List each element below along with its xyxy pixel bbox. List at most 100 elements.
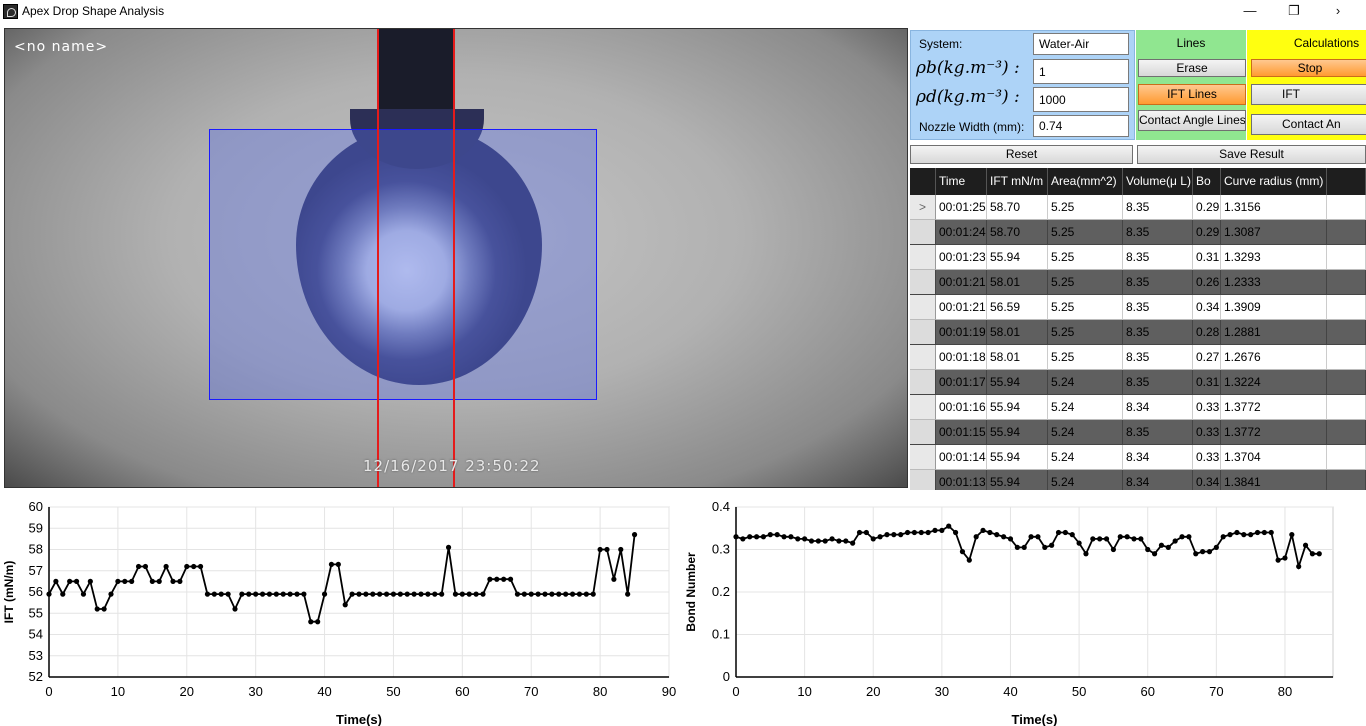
table-row[interactable]: >00:01:25 58.70 5.25 8.35 0.29 1.3156 — [910, 195, 1366, 220]
table-cell-area[interactable]: 5.25 — [1048, 295, 1123, 320]
column-header-time[interactable]: Time — [936, 168, 987, 195]
table-cell-ift[interactable]: 55.94 — [987, 470, 1048, 490]
table-cell-bo[interactable]: 0.26 — [1193, 270, 1221, 295]
table-cell-time[interactable]: 00:01:16 — [936, 395, 987, 420]
column-header-curve-radius[interactable]: Curve radius (mm) — [1221, 168, 1327, 195]
table-cell-volume[interactable]: 8.35 — [1123, 195, 1193, 220]
table-cell-bo[interactable]: 0.29 — [1193, 195, 1221, 220]
minimize-button[interactable]: — — [1240, 2, 1260, 20]
table-cell-ift[interactable]: 58.70 — [987, 220, 1048, 245]
table-cell-time[interactable]: 00:01:18 — [936, 345, 987, 370]
table-cell-time[interactable]: 00:01:17 — [936, 370, 987, 395]
table-cell-curve-radius[interactable]: 1.3704 — [1221, 445, 1327, 470]
column-header-area[interactable]: Area(mm^2) — [1048, 168, 1123, 195]
table-cell-curve-radius[interactable]: 1.3156 — [1221, 195, 1327, 220]
table-cell-ift[interactable]: 55.94 — [987, 420, 1048, 445]
table-cell-bo[interactable]: 0.33 — [1193, 420, 1221, 445]
table-cell-time[interactable]: 00:01:13 — [936, 470, 987, 490]
maximize-button[interactable]: ❐ — [1284, 2, 1304, 20]
table-cell-area[interactable]: 5.25 — [1048, 245, 1123, 270]
stop-button[interactable]: Stop — [1251, 59, 1366, 77]
table-cell-time[interactable]: 00:01:21 — [936, 270, 987, 295]
table-cell-curve-radius[interactable]: 1.2333 — [1221, 270, 1327, 295]
table-cell-bo[interactable]: 0.29 — [1193, 220, 1221, 245]
ift-lines-button[interactable]: IFT Lines — [1138, 84, 1246, 105]
row-header[interactable] — [910, 320, 936, 345]
camera-view[interactable]: <no name> 12/16/2017 23:50:22 — [4, 28, 908, 488]
ift-button[interactable]: IFT — [1251, 84, 1366, 105]
table-cell-time[interactable]: 00:01:25 — [936, 195, 987, 220]
table-cell-volume[interactable]: 8.35 — [1123, 245, 1193, 270]
table-row[interactable]: 00:01:21 58.01 5.25 8.35 0.26 1.2333 — [910, 270, 1366, 295]
table-cell-bo[interactable]: 0.28 — [1193, 320, 1221, 345]
table-cell-ift[interactable]: 55.94 — [987, 395, 1048, 420]
table-cell-area[interactable]: 5.24 — [1048, 395, 1123, 420]
row-header[interactable] — [910, 470, 936, 490]
table-cell-curve-radius[interactable]: 1.3293 — [1221, 245, 1327, 270]
table-cell-ift[interactable]: 56.59 — [987, 295, 1048, 320]
table-cell-bo[interactable]: 0.27 — [1193, 345, 1221, 370]
table-cell-curve-radius[interactable]: 1.2881 — [1221, 320, 1327, 345]
table-cell-volume[interactable]: 8.35 — [1123, 270, 1193, 295]
contact-angle-lines-button[interactable]: Contact Angle Lines — [1138, 110, 1246, 131]
table-row[interactable]: 00:01:15 55.94 5.24 8.35 0.33 1.3772 — [910, 420, 1366, 445]
table-cell-ift[interactable]: 55.94 — [987, 445, 1048, 470]
table-cell-volume[interactable]: 8.35 — [1123, 295, 1193, 320]
table-cell-curve-radius[interactable]: 1.3772 — [1221, 395, 1327, 420]
table-cell-time[interactable]: 00:01:23 — [936, 245, 987, 270]
table-row[interactable]: 00:01:16 55.94 5.24 8.34 0.33 1.3772 — [910, 395, 1366, 420]
rho-b-input[interactable] — [1033, 59, 1129, 84]
save-result-button[interactable]: Save Result — [1137, 145, 1366, 164]
ift-line-right[interactable] — [453, 29, 455, 487]
reset-button[interactable]: Reset — [910, 145, 1133, 164]
table-cell-ift[interactable]: 58.01 — [987, 320, 1048, 345]
column-header-volume[interactable]: Volume(μ L) — [1123, 168, 1193, 195]
table-row[interactable]: 00:01:21 56.59 5.25 8.35 0.34 1.3909 — [910, 295, 1366, 320]
table-cell-ift[interactable]: 55.94 — [987, 245, 1048, 270]
table-cell-time[interactable]: 00:01:24 — [936, 220, 987, 245]
row-header[interactable] — [910, 445, 936, 470]
ift-line-left[interactable] — [377, 29, 379, 487]
row-header[interactable] — [910, 395, 936, 420]
table-row[interactable]: 00:01:23 55.94 5.25 8.35 0.31 1.3293 — [910, 245, 1366, 270]
table-cell-area[interactable]: 5.25 — [1048, 320, 1123, 345]
table-cell-area[interactable]: 5.24 — [1048, 420, 1123, 445]
row-header[interactable] — [910, 220, 936, 245]
row-header[interactable] — [910, 270, 936, 295]
table-cell-ift[interactable]: 58.01 — [987, 270, 1048, 295]
row-header[interactable] — [910, 420, 936, 445]
table-cell-bo[interactable]: 0.33 — [1193, 395, 1221, 420]
table-cell-curve-radius[interactable]: 1.3087 — [1221, 220, 1327, 245]
table-cell-time[interactable]: 00:01:14 — [936, 445, 987, 470]
region-of-interest[interactable] — [209, 129, 597, 400]
table-cell-volume[interactable]: 8.35 — [1123, 220, 1193, 245]
table-cell-ift[interactable]: 58.01 — [987, 345, 1048, 370]
table-cell-volume[interactable]: 8.35 — [1123, 320, 1193, 345]
row-header[interactable] — [910, 295, 936, 320]
table-cell-bo[interactable]: 0.31 — [1193, 370, 1221, 395]
table-cell-bo[interactable]: 0.34 — [1193, 295, 1221, 320]
table-row[interactable]: 00:01:13 55.94 5.24 8.34 0.34 1.3841 — [910, 470, 1366, 490]
table-cell-curve-radius[interactable]: 1.3909 — [1221, 295, 1327, 320]
system-input[interactable] — [1033, 33, 1129, 55]
table-row[interactable]: 00:01:18 58.01 5.25 8.35 0.27 1.2676 — [910, 345, 1366, 370]
table-cell-volume[interactable]: 8.35 — [1123, 370, 1193, 395]
contact-angle-button[interactable]: Contact An — [1251, 114, 1366, 135]
table-cell-bo[interactable]: 0.33 — [1193, 445, 1221, 470]
nozzle-width-input[interactable] — [1033, 115, 1129, 137]
table-cell-area[interactable]: 5.25 — [1048, 220, 1123, 245]
table-cell-area[interactable]: 5.25 — [1048, 195, 1123, 220]
table-cell-volume[interactable]: 8.34 — [1123, 445, 1193, 470]
table-cell-time[interactable]: 00:01:21 — [936, 295, 987, 320]
column-header-bo[interactable]: Bo — [1193, 168, 1221, 195]
table-row[interactable]: 00:01:19 58.01 5.25 8.35 0.28 1.2881 — [910, 320, 1366, 345]
row-header[interactable] — [910, 245, 936, 270]
table-cell-area[interactable]: 5.24 — [1048, 445, 1123, 470]
row-header[interactable]: > — [910, 195, 936, 220]
row-header[interactable] — [910, 345, 936, 370]
table-cell-volume[interactable]: 8.34 — [1123, 395, 1193, 420]
table-cell-volume[interactable]: 8.35 — [1123, 420, 1193, 445]
table-cell-bo[interactable]: 0.31 — [1193, 245, 1221, 270]
table-cell-volume[interactable]: 8.35 — [1123, 345, 1193, 370]
table-cell-ift[interactable]: 58.70 — [987, 195, 1048, 220]
